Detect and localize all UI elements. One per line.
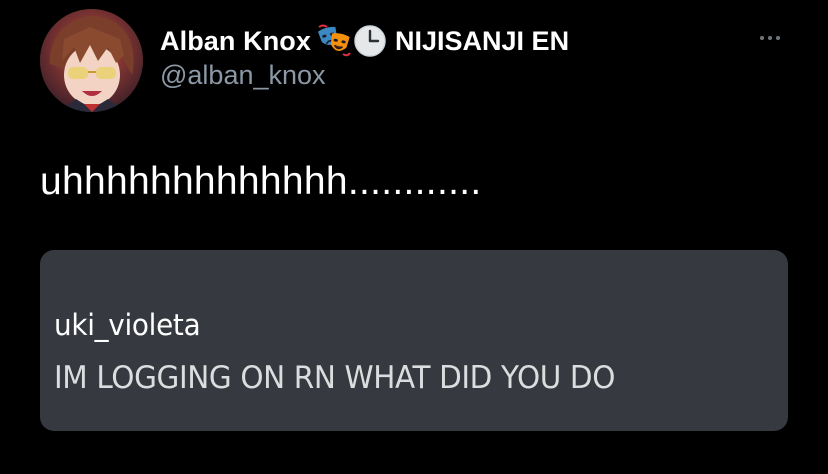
author-name-row: Alban Knox NIJISANJI EN: [160, 22, 569, 60]
performing-arts-emoji-icon: [317, 24, 351, 58]
avatar[interactable]: [40, 9, 143, 112]
tweet-text: uhhhhhhhhhhhhh............: [40, 160, 482, 203]
more-dot: [776, 36, 780, 40]
embedded-message-text: IM LOGGING ON RN WHAT DID YOU DO: [54, 360, 616, 396]
more-dot: [760, 36, 764, 40]
author-affiliation: NIJISANJI EN: [395, 25, 570, 56]
embedded-username: uki_violeta: [54, 308, 201, 342]
embedded-discord-message: uki_violeta IM LOGGING ON RN WHAT DID YO…: [40, 250, 788, 431]
author-handle[interactable]: @alban_knox: [160, 60, 326, 91]
more-dots-icon[interactable]: [750, 28, 790, 48]
more-dot: [768, 36, 772, 40]
author-display-name[interactable]: Alban Knox: [160, 26, 311, 57]
clock-emoji-icon: [353, 24, 387, 58]
